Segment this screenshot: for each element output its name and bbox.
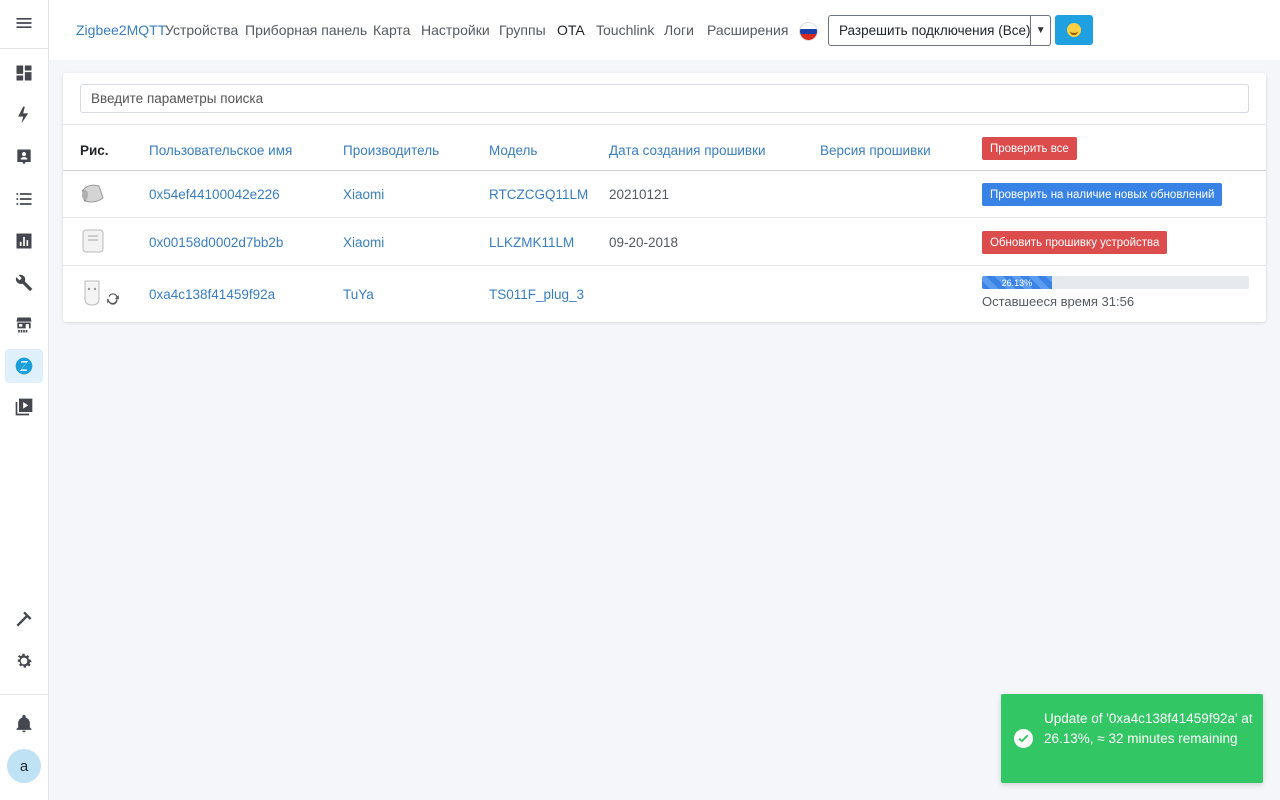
history-chart-icon[interactable] [5,224,43,258]
header-fw-date[interactable]: Дата создания прошивки [609,143,766,158]
remaining-time: Оставшееся время 31:56 [982,294,1135,309]
brand-link[interactable]: Zigbee2MQTT [76,22,166,38]
nav-settings[interactable]: Настройки [421,22,490,38]
theme-switch-button[interactable] [1055,15,1093,45]
permit-join-button[interactable]: Разрешить подключения (Все) [829,16,1032,45]
progress-fill: 26.13% [982,276,1052,289]
header-manufacturer[interactable]: Производитель [343,143,439,158]
update-firmware-button[interactable]: Обновить прошивку устройства [982,231,1168,254]
ota-progress-bar: 26.13% [982,276,1249,289]
nav-devices[interactable]: Устройства [165,22,238,38]
row-divider [63,217,1266,218]
device-image [84,280,100,306]
refresh-icon [107,293,119,305]
device-name-link[interactable]: 0xa4c138f41459f92a [149,287,275,302]
ha-sidebar: a [0,0,49,800]
header-fw-version[interactable]: Версия прошивки [820,143,931,158]
header-divider [63,170,1266,171]
user-avatar[interactable]: a [7,749,41,783]
dashboard-icon[interactable] [5,56,43,90]
device-image [82,184,104,203]
divider [63,124,1266,125]
menu-icon[interactable] [5,6,43,40]
language-flag-icon[interactable] [800,23,817,40]
nav-dashboard[interactable]: Приборная панель [245,22,367,38]
header-friendly-name[interactable]: Пользовательское имя [149,143,292,158]
nav-extensions[interactable]: Расширения [707,22,788,38]
row-divider [63,265,1266,266]
permit-join-button-group: Разрешить подключения (Все) ▼ [828,15,1051,46]
notifications-bell-icon[interactable] [5,707,43,741]
nav-map[interactable]: Карта [373,22,410,38]
wrench-icon[interactable] [5,266,43,300]
zigbee2mqtt-icon[interactable] [5,349,43,383]
list-icon[interactable] [5,182,43,216]
nav-groups[interactable]: Группы [499,22,546,38]
header-pic: Рис. [80,143,109,158]
hacs-icon[interactable] [5,308,43,342]
logbook-icon[interactable] [5,140,43,174]
check-all-button[interactable]: Проверить все [982,137,1077,160]
nav-touchlink[interactable]: Touchlink [596,22,654,38]
nav-logs[interactable]: Логи [664,22,694,38]
energy-icon[interactable] [5,98,43,132]
device-image [82,229,104,253]
manufacturer-link[interactable]: Xiaomi [343,187,384,202]
success-toast[interactable]: Update of '0xa4c138f41459f92a' at 26.13%… [1001,694,1263,783]
model-link[interactable]: TS011F_plug_3 [489,287,584,302]
search-input[interactable] [80,84,1249,113]
media-icon[interactable] [5,390,43,424]
device-name-link[interactable]: 0x54ef44100042e226 [149,187,280,202]
manufacturer-link[interactable]: TuYa [343,287,374,302]
check-update-button[interactable]: Проверить на наличие новых обновлений [982,183,1223,206]
chevron-down-icon[interactable]: ▼ [1031,16,1050,45]
sidebar-divider [0,694,49,695]
smiley-icon [1067,23,1081,37]
model-link[interactable]: LLKZMK11LM [489,235,574,250]
device-name-link[interactable]: 0x00158d0002d7bb2b [149,235,283,250]
top-navbar: Zigbee2MQTT Устройства Приборная панель … [49,0,1280,60]
sidebar-divider [0,48,49,49]
fw-date: 20210121 [609,187,670,202]
model-link[interactable]: RTCZCGQ11LM [489,187,588,202]
manufacturer-link[interactable]: Xiaomi [343,235,384,250]
check-circle-icon [1014,729,1033,748]
fw-date: 09-20-2018 [609,235,679,250]
ota-card: Рис. Пользовательское имя Производитель … [63,73,1266,322]
hammer-icon[interactable] [5,602,43,636]
header-model[interactable]: Модель [489,143,537,158]
settings-gear-icon[interactable] [5,644,43,678]
nav-ota[interactable]: OTA [557,22,585,38]
toast-message: Update of '0xa4c138f41459f92a' at 26.13%… [1044,711,1253,746]
